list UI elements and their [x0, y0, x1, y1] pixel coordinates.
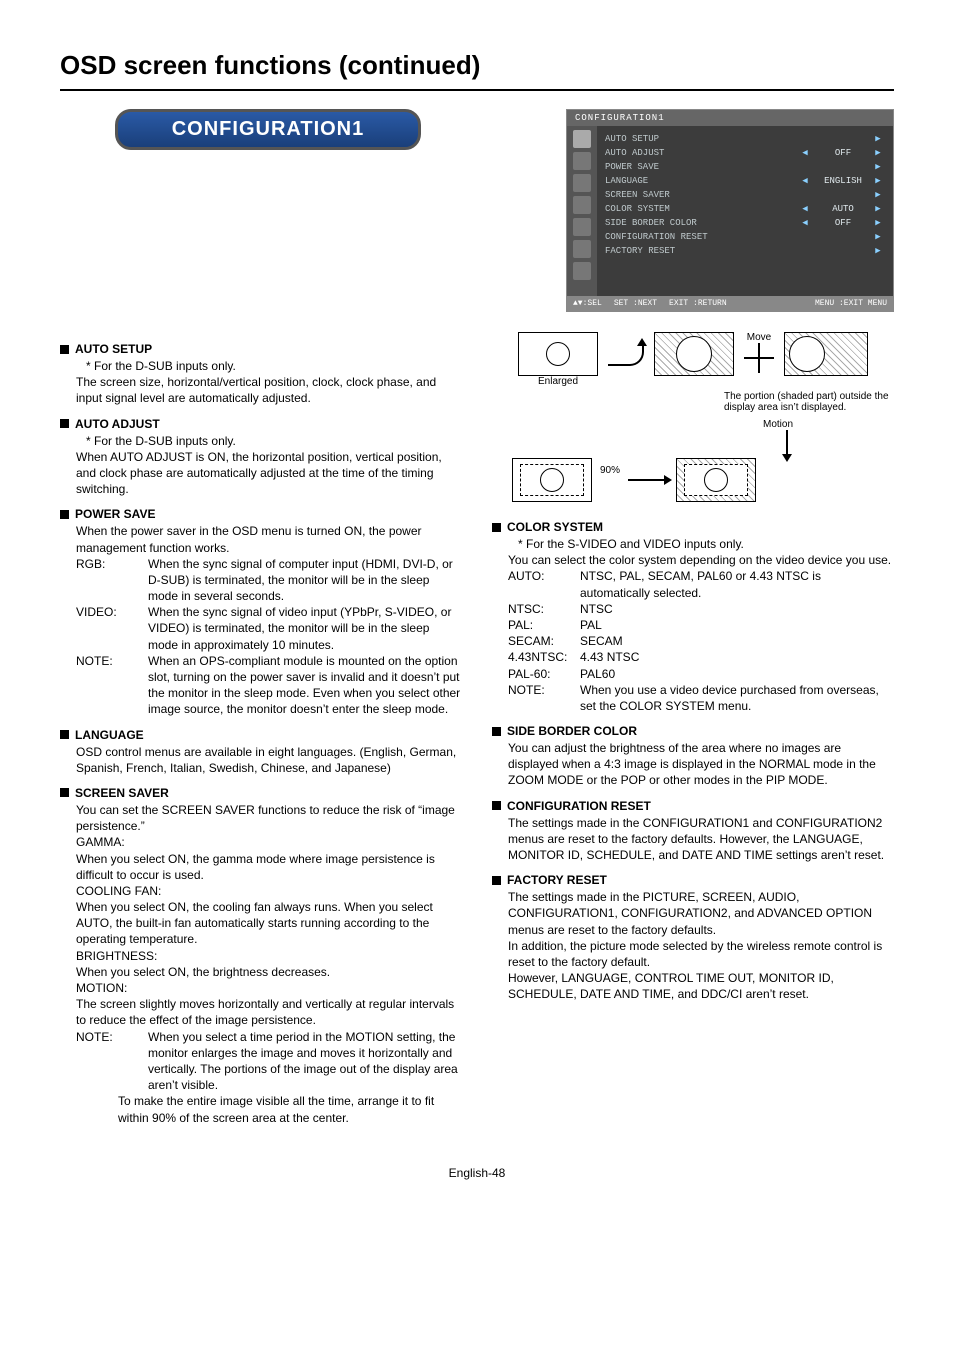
arrow-down-icon — [786, 430, 788, 458]
osd-row: POWER SAVE▶ — [605, 160, 885, 174]
bullet-icon — [492, 876, 501, 885]
arrow-right-icon — [628, 479, 668, 481]
config-reset-head: CONFIGURATION RESET — [507, 799, 651, 813]
osd-footer-next: SET :NEXT — [614, 299, 657, 308]
table-row: PAL:PAL — [508, 617, 894, 633]
page-number: English-48 — [60, 1166, 894, 1180]
auto-setup-body: The screen size, horizontal/vertical pos… — [76, 374, 462, 406]
section-banner: CONFIGURATION1 — [115, 109, 421, 150]
table-row: NTSC:NTSC — [508, 601, 894, 617]
table-row: AUTO:NTSC, PAL, SECAM, PAL60 or 4.43 NTS… — [508, 568, 894, 600]
osd-footer: ▲▼:SEL SET :NEXT EXIT :RETURN MENU :EXIT… — [567, 296, 893, 311]
table-row: 4.43NTSC:4.43 NTSC — [508, 649, 894, 665]
osd-row: CONFIGURATION RESET▶ — [605, 230, 885, 244]
osd-row: SIDE BORDER COLOR◀OFF▶ — [605, 216, 885, 230]
page-title: OSD screen functions (continued) — [60, 50, 894, 81]
osd-sidebar — [567, 126, 597, 296]
osd-row: AUTO SETUP▶ — [605, 132, 885, 146]
table-row: PAL-60:PAL60 — [508, 666, 894, 682]
screen-saver-head: SCREEN SAVER — [75, 786, 169, 800]
bullet-icon — [492, 523, 501, 532]
bullet-icon — [492, 801, 501, 810]
power-save-intro: When the power saver in the OSD menu is … — [76, 523, 462, 555]
arrow-cross-icon — [744, 343, 774, 373]
osd-row: COLOR SYSTEM◀AUTO▶ — [605, 202, 885, 216]
color-system-head: COLOR SYSTEM — [507, 520, 603, 534]
osd-row: SCREEN SAVER▶ — [605, 188, 885, 202]
auto-adjust-body: When AUTO ADJUST is ON, the horizontal p… — [76, 449, 462, 498]
osd-row: LANGUAGE◀ENGLISH▶ — [605, 174, 885, 188]
language-head: LANGUAGE — [75, 728, 144, 742]
auto-adjust-head: AUTO ADJUST — [75, 417, 160, 431]
bullet-icon — [60, 510, 69, 519]
bullet-icon — [60, 419, 69, 428]
motion-diagram: Enlarged Move The portion (shaded part) … — [492, 332, 894, 502]
left-column: AUTO SETUP * For the D-SUB inputs only. … — [60, 332, 462, 1126]
auto-setup-head: AUTO SETUP — [75, 342, 152, 356]
bullet-icon — [492, 727, 501, 736]
language-body: OSD control menus are available in eight… — [76, 744, 462, 776]
bullet-icon — [60, 345, 69, 354]
osd-screenshot: CONFIGURATION1 AUTO SETUP▶AUTO ADJUST◀OF… — [566, 109, 894, 312]
factory-reset-head: FACTORY RESET — [507, 873, 607, 887]
right-column: Enlarged Move The portion (shaded part) … — [492, 332, 894, 1126]
bullet-icon — [60, 730, 69, 739]
power-save-head: POWER SAVE — [75, 507, 155, 521]
title-rule — [60, 89, 894, 91]
osd-header: CONFIGURATION1 — [567, 110, 893, 126]
osd-list: AUTO SETUP▶AUTO ADJUST◀OFF▶POWER SAVE▶LA… — [597, 126, 893, 296]
osd-row: AUTO ADJUST◀OFF▶ — [605, 146, 885, 160]
osd-footer-return: EXIT :RETURN — [669, 299, 727, 308]
osd-footer-exitmenu: MENU :EXIT MENU — [815, 299, 887, 308]
table-row: SECAM:SECAM — [508, 633, 894, 649]
bullet-icon — [60, 788, 69, 797]
side-border-head: SIDE BORDER COLOR — [507, 724, 637, 738]
osd-row: FACTORY RESET▶ — [605, 244, 885, 258]
osd-footer-sel: ▲▼:SEL — [573, 299, 602, 308]
